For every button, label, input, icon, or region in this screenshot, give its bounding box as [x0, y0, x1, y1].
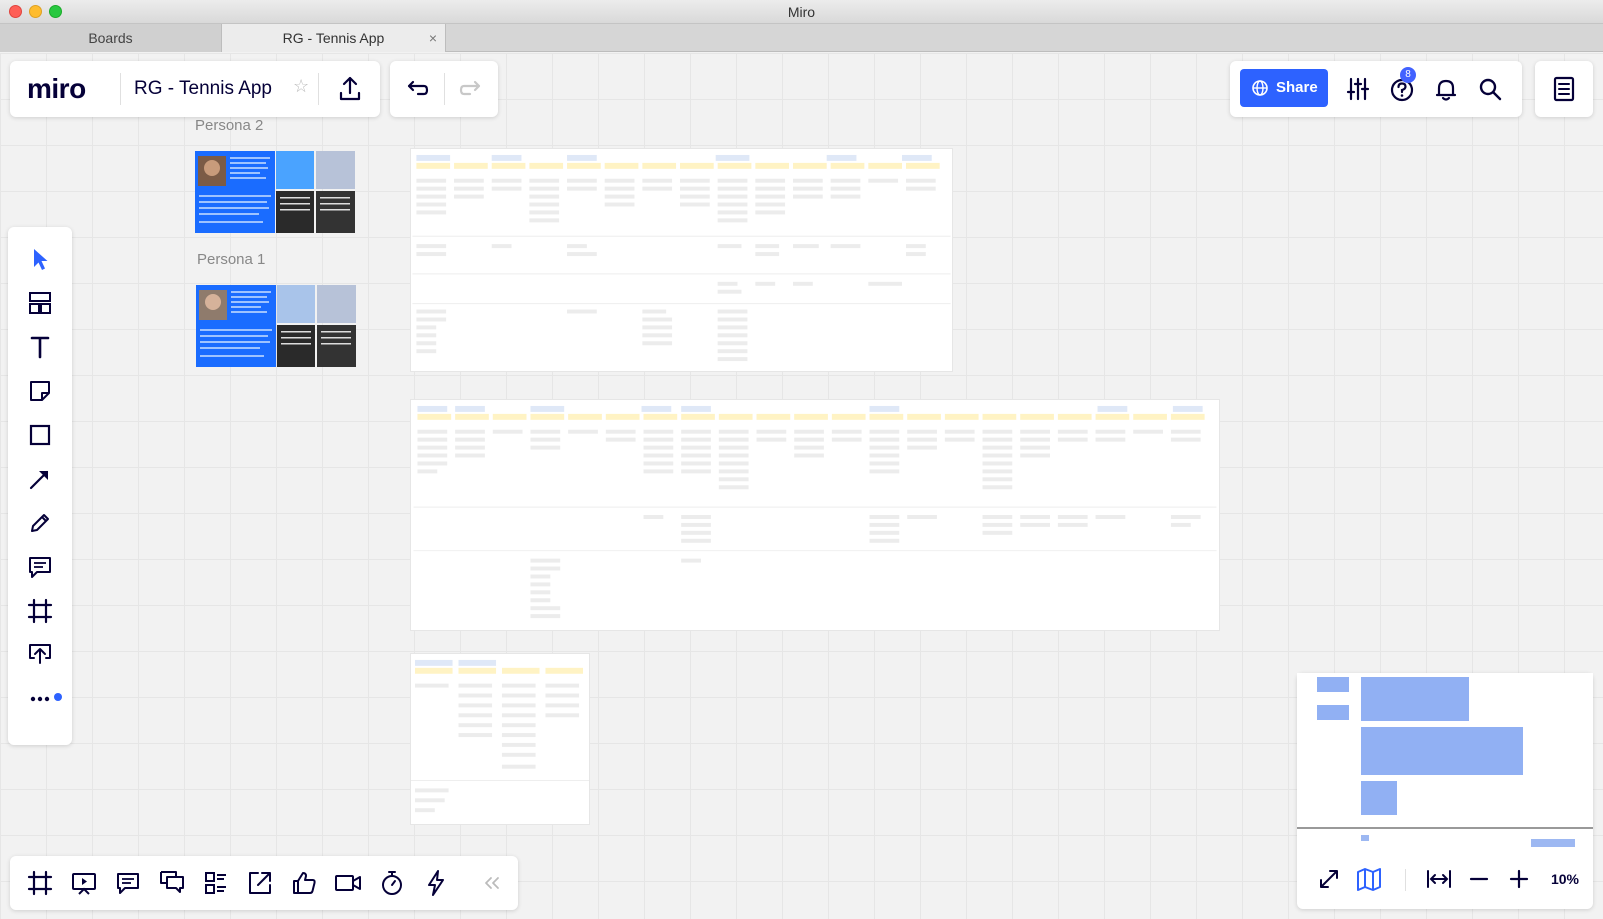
collaboration-panel: Share 8 — [1230, 61, 1522, 117]
new-items-dot — [54, 693, 62, 701]
board-canvas[interactable]: Persona 2 Persona 1 miro RG - Tennis App… — [0, 53, 1603, 919]
zoom-level[interactable]: 10% — [1551, 871, 1579, 887]
timer-icon[interactable] — [376, 867, 408, 899]
persona-1-label: Persona 1 — [197, 251, 266, 268]
creation-toolbar — [8, 227, 72, 745]
activity-icon[interactable] — [420, 867, 452, 899]
window-titlebar: Miro — [0, 0, 1603, 24]
persona-2-card[interactable] — [195, 151, 355, 233]
board-menu-panel — [1535, 61, 1593, 117]
notifications-bell-icon[interactable] — [1430, 73, 1462, 105]
share-label: Share — [1276, 79, 1318, 96]
miro-logo[interactable]: miro — [27, 73, 86, 105]
select-arrow-icon[interactable] — [24, 243, 56, 275]
star-icon[interactable]: ☆ — [293, 76, 309, 97]
undo-icon[interactable] — [400, 73, 432, 105]
divider — [1405, 869, 1406, 891]
voting-icon[interactable] — [288, 867, 320, 899]
minimap-view[interactable] — [1297, 673, 1593, 829]
shape-icon[interactable] — [24, 419, 56, 451]
comments-icon[interactable] — [112, 867, 144, 899]
window-close-button[interactable] — [9, 5, 22, 18]
search-icon[interactable] — [1474, 73, 1506, 105]
tab-board[interactable]: RG - Tennis App × — [222, 24, 446, 52]
sticky-note-icon[interactable] — [24, 375, 56, 407]
connection-line-icon[interactable] — [24, 463, 56, 495]
board-header-panel: miro RG - Tennis App ☆ — [10, 61, 380, 117]
templates-icon[interactable] — [24, 287, 56, 319]
more-icon[interactable] — [24, 683, 56, 715]
window-maximize-button[interactable] — [49, 5, 62, 18]
minimap-overview-strip[interactable] — [1297, 831, 1593, 851]
zoom-in-icon[interactable] — [1503, 863, 1535, 895]
video-call-icon[interactable] — [332, 867, 364, 899]
user-flow-frame-1[interactable] — [410, 148, 953, 372]
document-list-icon[interactable] — [1548, 73, 1580, 105]
user-flow-frame-3[interactable] — [410, 653, 590, 825]
zoom-out-icon[interactable] — [1463, 863, 1495, 895]
board-name[interactable]: RG - Tennis App — [134, 78, 272, 100]
window-minimize-button[interactable] — [29, 5, 42, 18]
frames-icon[interactable] — [24, 867, 56, 899]
divider — [444, 73, 445, 105]
upload-icon[interactable] — [24, 639, 56, 671]
fullscreen-icon[interactable] — [1313, 863, 1345, 895]
fit-to-screen-icon[interactable] — [1423, 863, 1455, 895]
persona-2-label: Persona 2 — [195, 117, 264, 134]
divider — [318, 73, 319, 105]
collapse-icon[interactable] — [476, 867, 508, 899]
divider — [120, 73, 121, 105]
tab-boards[interactable]: Boards — [0, 24, 222, 52]
pen-icon[interactable] — [24, 507, 56, 539]
presentation-icon[interactable] — [68, 867, 100, 899]
redo-icon[interactable] — [456, 73, 488, 105]
export-icon[interactable] — [334, 73, 366, 105]
text-icon[interactable] — [24, 331, 56, 363]
tab-close-icon[interactable]: × — [429, 24, 437, 52]
undo-redo-panel — [390, 61, 498, 117]
persona-1-card[interactable] — [196, 285, 356, 367]
tab-label: Boards — [88, 30, 133, 46]
tab-label: RG - Tennis App — [282, 30, 385, 46]
tab-bar: Boards RG - Tennis App × — [0, 24, 1603, 52]
minimap-panel: 10% — [1297, 673, 1593, 909]
chat-icon[interactable] — [156, 867, 188, 899]
help-badge: 8 — [1400, 67, 1416, 83]
user-flow-frame-2[interactable] — [410, 399, 1220, 631]
frame-icon[interactable] — [24, 595, 56, 627]
share-screen-icon[interactable] — [244, 867, 276, 899]
share-button[interactable]: Share — [1240, 69, 1328, 107]
window-title: Miro — [787, 4, 816, 20]
globe-icon — [1252, 80, 1268, 96]
comment-icon[interactable] — [24, 551, 56, 583]
cards-icon[interactable] — [200, 867, 232, 899]
map-icon[interactable] — [1353, 863, 1385, 895]
settings-sliders-icon[interactable] — [1342, 73, 1374, 105]
collaboration-toolbar — [10, 856, 518, 910]
